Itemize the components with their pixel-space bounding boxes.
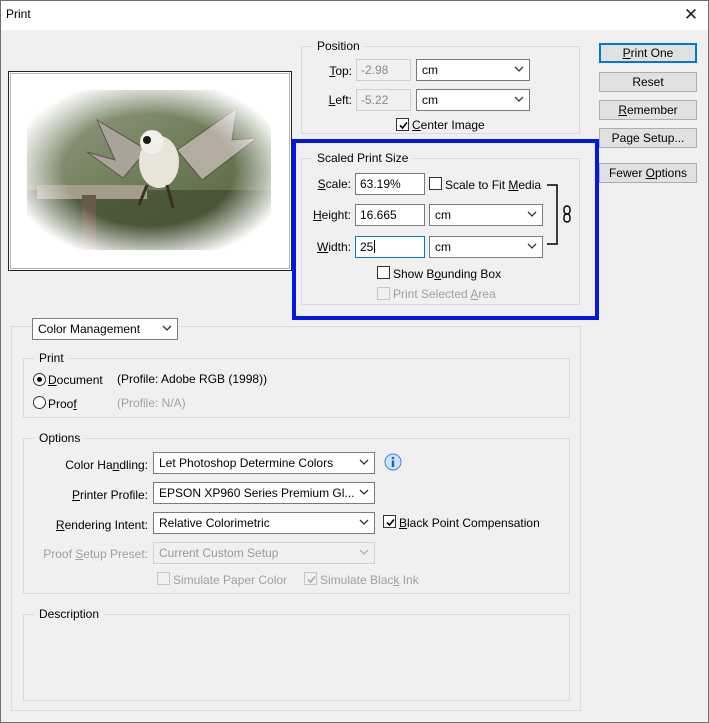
info-icon[interactable] [384,453,402,471]
rendering-intent-select[interactable]: Relative Colorimetric [153,512,375,534]
color-management-select[interactable]: Color Management [32,318,178,340]
remember-label: Remember [618,103,678,117]
print-one-label: Print One [622,46,674,60]
black-point-label: Black Point Compensation [399,516,540,530]
proof-radio[interactable] [33,396,46,409]
left-label: Left: [328,93,352,107]
chevron-down-icon [162,324,172,332]
top-input[interactable]: -2.98 [356,59,411,81]
description-legend: Description [34,607,105,621]
chevron-down-icon [359,548,369,556]
color-management-value: Color Management [38,322,141,336]
title-bar: Print ✕ [1,1,708,30]
print-preview [8,71,292,271]
printer-profile-select[interactable]: EPSON XP960 Series Premium Gl... [153,482,375,504]
owl-in-flight-photo [27,90,271,250]
simulate-black-label: Simulate Black Ink [320,573,419,587]
highlight-box [292,139,599,320]
chevron-down-icon [514,95,524,103]
proof-setup-label: Proof Setup Preset: [43,547,148,561]
fewer-options-label: Fewer Options [608,166,688,180]
close-icon[interactable]: ✕ [678,2,704,28]
chevron-down-icon [514,65,524,73]
color-handling-label: Color Handling: [65,458,148,472]
page-setup-label: Page Setup... [611,131,685,145]
proof-profile: (Profile: N/A) [117,396,186,410]
left-unit-select[interactable]: cm [416,89,530,111]
simulate-paper-label: Simulate Paper Color [173,573,288,587]
position-legend: Position [312,39,365,53]
printer-profile-value: EPSON XP960 Series Premium Gl... [159,486,355,500]
rendering-intent-value: Relative Colorimetric [159,516,270,530]
chevron-down-icon [359,518,369,526]
document-radio[interactable] [33,373,46,386]
document-profile: (Profile: Adobe RGB (1998)) [117,372,268,386]
options-legend: Options [34,431,86,445]
reset-button[interactable]: Reset [599,72,697,92]
top-unit-select[interactable]: cm [416,59,530,81]
black-point-checkbox[interactable] [383,515,396,528]
window-title: Print [6,7,31,21]
radio-dot [37,377,42,382]
fewer-options-button[interactable]: Fewer Options [599,163,697,183]
remember-button[interactable]: Remember [599,100,697,120]
center-image-checkbox[interactable] [396,118,409,131]
left-unit-value: cm [422,93,438,107]
rendering-intent-label: Rendering Intent: [55,518,148,532]
print-legend: Print [34,351,69,365]
chevron-down-icon [359,458,369,466]
color-handling-value: Let Photoshop Determine Colors [159,456,334,470]
simulate-black-checkbox [304,572,317,585]
description-group: Description [23,607,570,701]
left-input[interactable]: -5.22 [356,89,411,111]
proof-setup-value: Current Custom Setup [159,546,279,560]
top-unit-value: cm [422,63,438,77]
chevron-down-icon [359,488,369,496]
proof-label: Proof [48,397,77,411]
print-dialog: Print ✕ Position Top: -2.98 cm Left: -5.… [0,0,709,723]
center-image-label: Center Image [412,118,485,132]
top-label: Top: [329,64,352,78]
print-one-button[interactable]: Print One [599,43,697,63]
print-group: Print [23,351,570,418]
printer-profile-label: Printer Profile: [71,488,148,502]
proof-setup-select: Current Custom Setup [153,542,375,564]
page-setup-button[interactable]: Page Setup... [599,128,697,148]
simulate-paper-checkbox [157,572,170,585]
document-label: Document [48,373,103,387]
color-handling-select[interactable]: Let Photoshop Determine Colors [153,452,375,474]
